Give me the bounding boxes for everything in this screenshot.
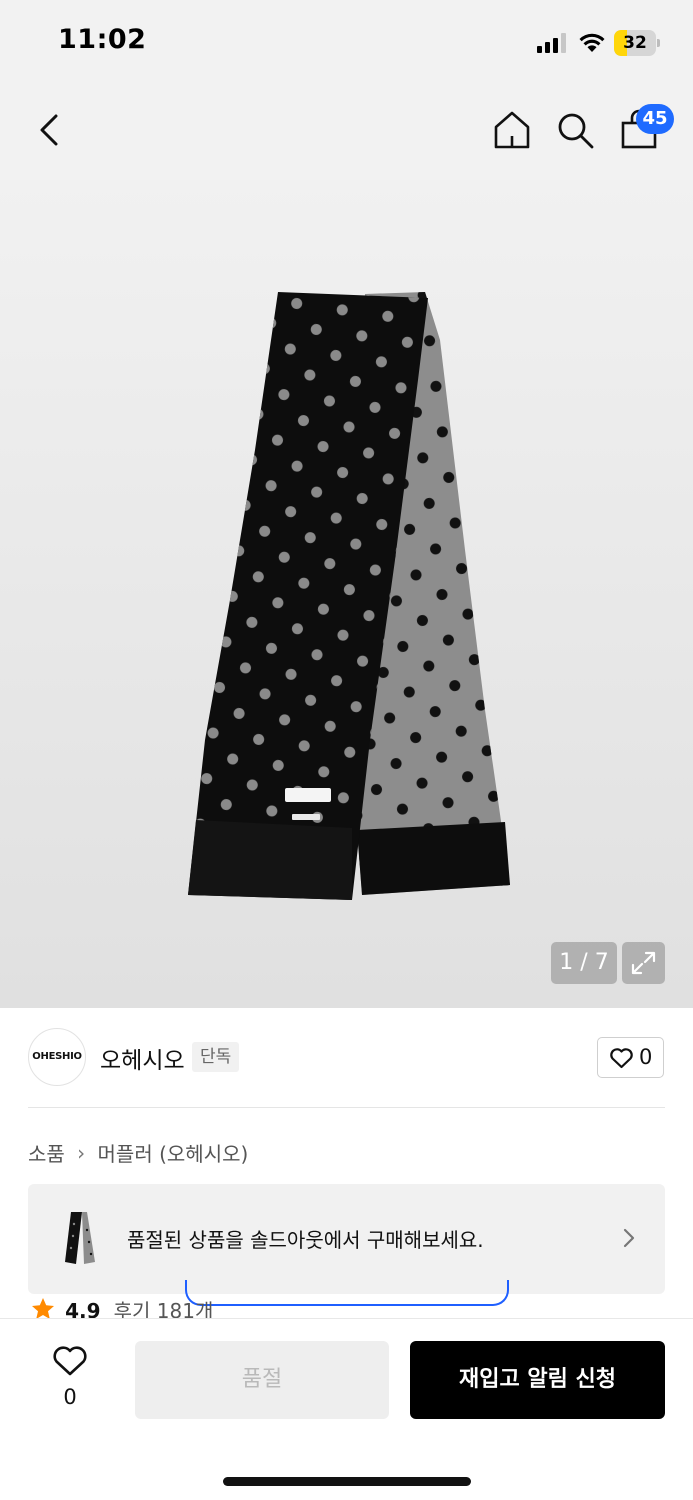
search-icon[interactable] [553, 108, 597, 152]
divider [28, 1107, 665, 1108]
signal-icon [537, 33, 566, 53]
bottom-action-bar: 0 품절 재입고 알림 신청 [0, 1318, 693, 1500]
home-indicator [223, 1477, 471, 1486]
review-count: 후기 181개 [113, 1299, 214, 1318]
home-icon[interactable] [490, 108, 534, 152]
star-icon [32, 1298, 54, 1318]
chevron-right-icon: › [77, 1140, 86, 1165]
product-image[interactable]: 1 / 7 [0, 180, 693, 1008]
soldout-banner-text: 품절된 상품을 솔드아웃에서 구매해보세요. [127, 1228, 484, 1252]
status-bar: 11:02 32 [0, 0, 693, 88]
status-time: 11:02 [58, 24, 147, 55]
brand-like-count: 0 [639, 1045, 653, 1069]
scarf-image [188, 292, 510, 900]
heart-icon[interactable] [52, 1345, 88, 1377]
rating-row[interactable]: 4.9 후기 181개 [30, 1296, 213, 1318]
chevron-right-icon [623, 1228, 635, 1248]
soldout-banner[interactable]: 품절된 상품을 솔드아웃에서 구매해보세요. [28, 1184, 665, 1294]
expand-button[interactable] [622, 942, 665, 984]
brand-row: OHESHIO 오헤시오 단독 0 [0, 1008, 693, 1108]
brand-name[interactable]: 오헤시오 [100, 1041, 185, 1075]
expand-icon [631, 951, 656, 975]
back-arrow-icon[interactable] [30, 108, 70, 152]
brand-like-button[interactable]: 0 [597, 1037, 664, 1078]
wifi-icon [579, 33, 605, 52]
soldout-button: 품절 [135, 1341, 389, 1419]
breadcrumb: 소품 › 머플러 (오헤시오) [28, 1138, 248, 1167]
battery-icon: 32 [614, 30, 660, 56]
restock-alert-button[interactable]: 재입고 알림 신청 [410, 1341, 665, 1419]
battery-level: 32 [623, 33, 647, 53]
cart-count-badge[interactable]: 45 [636, 104, 674, 134]
floating-tooltip [185, 1280, 509, 1306]
nav-header [0, 88, 693, 180]
breadcrumb-item-subcategory[interactable]: 머플러 (오헤시오) [98, 1138, 249, 1167]
exclusive-badge: 단독 [192, 1042, 240, 1072]
image-counter: 1 / 7 [551, 942, 617, 984]
wish-count: 0 [63, 1385, 77, 1409]
brand-logo[interactable]: OHESHIO [28, 1028, 86, 1086]
breadcrumb-item-category[interactable]: 소품 [28, 1138, 65, 1167]
scarf-thumbnail [65, 1212, 95, 1264]
heart-icon [610, 1048, 633, 1069]
rating-value: 4.9 [65, 1299, 101, 1318]
